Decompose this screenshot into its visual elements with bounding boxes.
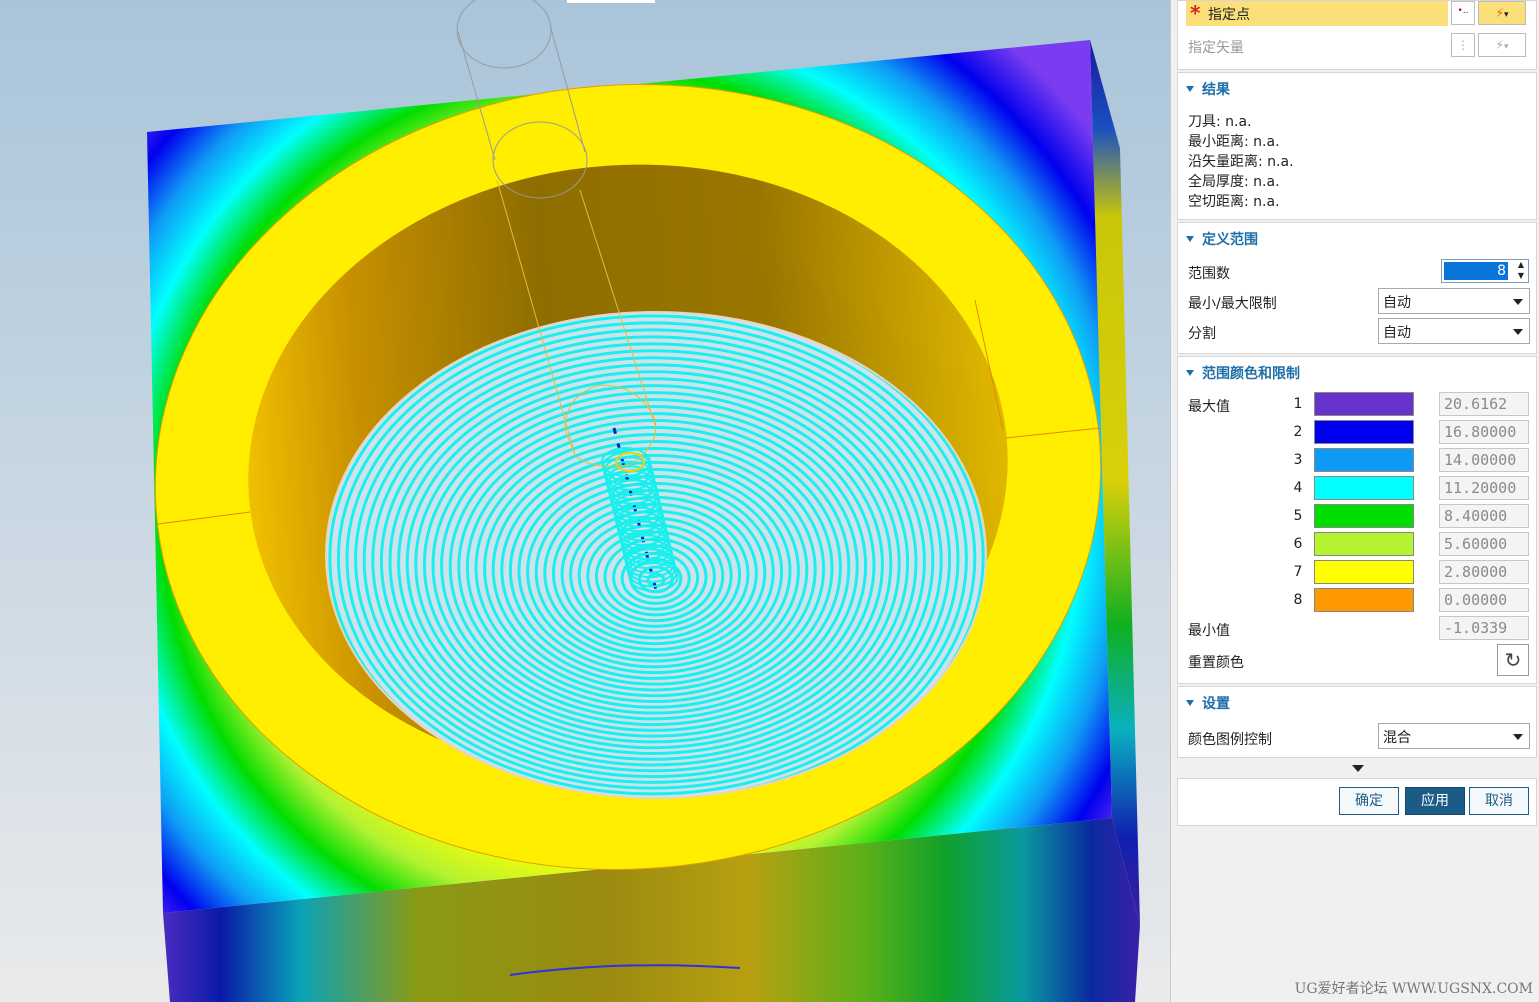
split-label: 分割 (1188, 326, 1216, 342)
range-colors-section: 范围颜色和限制 最大值 1 20.6162 2 16.80000 3 14.00… (1177, 356, 1537, 684)
range-limit-5: 8.40000 (1439, 504, 1529, 528)
range-color-swatch-5[interactable] (1314, 504, 1414, 528)
legend-control-label: 颜色图例控制 (1188, 732, 1272, 748)
split-select[interactable]: 自动 (1378, 318, 1530, 344)
range-index-7: 7 (1293, 564, 1303, 580)
spin-up-icon[interactable]: ▲ (1518, 260, 1524, 269)
range-index-4: 4 (1293, 480, 1303, 496)
dialog-panel: * 指定点 •.. ⚡▾ 指定矢量 ⋮ ⚡▾ 结果 刀具: n.a. 最小距离:… (1170, 0, 1539, 1002)
result-vector-distance: 沿矢量距离: n.a. (1188, 154, 1294, 170)
range-color-swatch-7[interactable] (1314, 560, 1414, 584)
range-count-spinner[interactable]: 8 ▲ ▼ (1441, 259, 1529, 283)
inferred-point-icon[interactable]: ⚡▾ (1478, 1, 1526, 25)
range-limit-1: 20.6162 (1439, 392, 1529, 416)
split-value: 自动 (1383, 325, 1411, 341)
cancel-button[interactable]: 取消 (1469, 787, 1529, 815)
reset-colors-button[interactable]: ↻ (1497, 644, 1529, 676)
range-limit-3: 14.00000 (1439, 448, 1529, 472)
settings-header[interactable]: 设置 (1186, 693, 1230, 713)
chevron-down-icon (1513, 299, 1523, 305)
range-limit-4: 11.20000 (1439, 476, 1529, 500)
expand-more-icon[interactable] (1352, 765, 1364, 772)
define-range-header[interactable]: 定义范围 (1186, 229, 1258, 249)
range-limit-7: 2.80000 (1439, 560, 1529, 584)
range-count-value: 8 (1444, 262, 1508, 280)
point-vector-section: * 指定点 •.. ⚡▾ 指定矢量 ⋮ ⚡▾ (1177, 0, 1537, 70)
minmax-limit-value: 自动 (1383, 295, 1411, 311)
range-index-1: 1 (1293, 396, 1303, 412)
max-value-label: 最大值 (1188, 399, 1230, 415)
range-index-2: 2 (1293, 424, 1303, 440)
settings-section: 设置 颜色图例控制 混合 (1177, 686, 1537, 758)
range-color-swatch-1[interactable] (1314, 392, 1414, 416)
minmax-limit-select[interactable]: 自动 (1378, 288, 1530, 314)
apply-button[interactable]: 应用 (1405, 787, 1465, 815)
specify-vector-label: 指定矢量 (1188, 40, 1244, 56)
results-section: 结果 刀具: n.a. 最小距离: n.a. 沿矢量距离: n.a. 全局厚度:… (1177, 72, 1537, 220)
range-limit-6: 5.60000 (1439, 532, 1529, 556)
define-range-section: 定义范围 范围数 8 ▲ ▼ 最小/最大限制 自动 分割 自动 (1177, 222, 1537, 354)
result-global-thickness: 全局厚度: n.a. (1188, 174, 1280, 190)
chevron-down-icon (1513, 329, 1523, 335)
point-dialog-icon[interactable]: •.. (1451, 1, 1475, 25)
required-star-icon: * (1190, 1, 1201, 25)
watermark: UG爱好者论坛 WWW.UGSNX.COM (1294, 981, 1533, 997)
collapse-triangle-icon (1186, 700, 1194, 706)
chevron-down-icon (1513, 734, 1523, 740)
range-index-5: 5 (1293, 508, 1303, 524)
inferred-vector-icon[interactable]: ⚡▾ (1478, 33, 1526, 57)
model-render (0, 0, 1170, 1002)
specify-point-label: 指定点 (1208, 7, 1250, 23)
range-color-swatch-3[interactable] (1314, 448, 1414, 472)
range-color-swatch-4[interactable] (1314, 476, 1414, 500)
min-value: -1.0339 (1439, 616, 1529, 640)
collapse-triangle-icon (1186, 86, 1194, 92)
legend-control-value: 混合 (1383, 730, 1411, 746)
collapse-triangle-icon (1186, 236, 1194, 242)
range-limit-8: 0.00000 (1439, 588, 1529, 612)
range-count-label: 范围数 (1188, 266, 1230, 282)
ok-button[interactable]: 确定 (1339, 787, 1399, 815)
specify-point-row[interactable]: * 指定点 (1186, 1, 1448, 26)
reset-icon: ↻ (1504, 648, 1522, 672)
collapse-triangle-icon (1186, 370, 1194, 376)
graphics-viewport[interactable] (0, 0, 1170, 1002)
min-value-label: 最小值 (1188, 623, 1230, 639)
range-index-3: 3 (1293, 452, 1303, 468)
range-colors-header[interactable]: 范围颜色和限制 (1186, 363, 1300, 383)
range-limit-2: 16.80000 (1439, 420, 1529, 444)
range-index-8: 8 (1293, 592, 1303, 608)
vector-dialog-icon[interactable]: ⋮ (1451, 33, 1475, 57)
spin-down-icon[interactable]: ▼ (1518, 271, 1524, 280)
range-color-swatch-2[interactable] (1314, 420, 1414, 444)
result-min-distance: 最小距离: n.a. (1188, 134, 1280, 150)
range-color-swatch-6[interactable] (1314, 532, 1414, 556)
results-header[interactable]: 结果 (1186, 79, 1230, 99)
result-air-cut-distance: 空切距离: n.a. (1188, 194, 1280, 210)
reset-colors-label: 重置颜色 (1188, 655, 1244, 671)
legend-control-select[interactable]: 混合 (1378, 723, 1530, 749)
range-index-6: 6 (1293, 536, 1303, 552)
range-color-swatch-8[interactable] (1314, 588, 1414, 612)
minmax-limit-label: 最小/最大限制 (1188, 296, 1277, 312)
result-tool: 刀具: n.a. (1188, 114, 1252, 130)
